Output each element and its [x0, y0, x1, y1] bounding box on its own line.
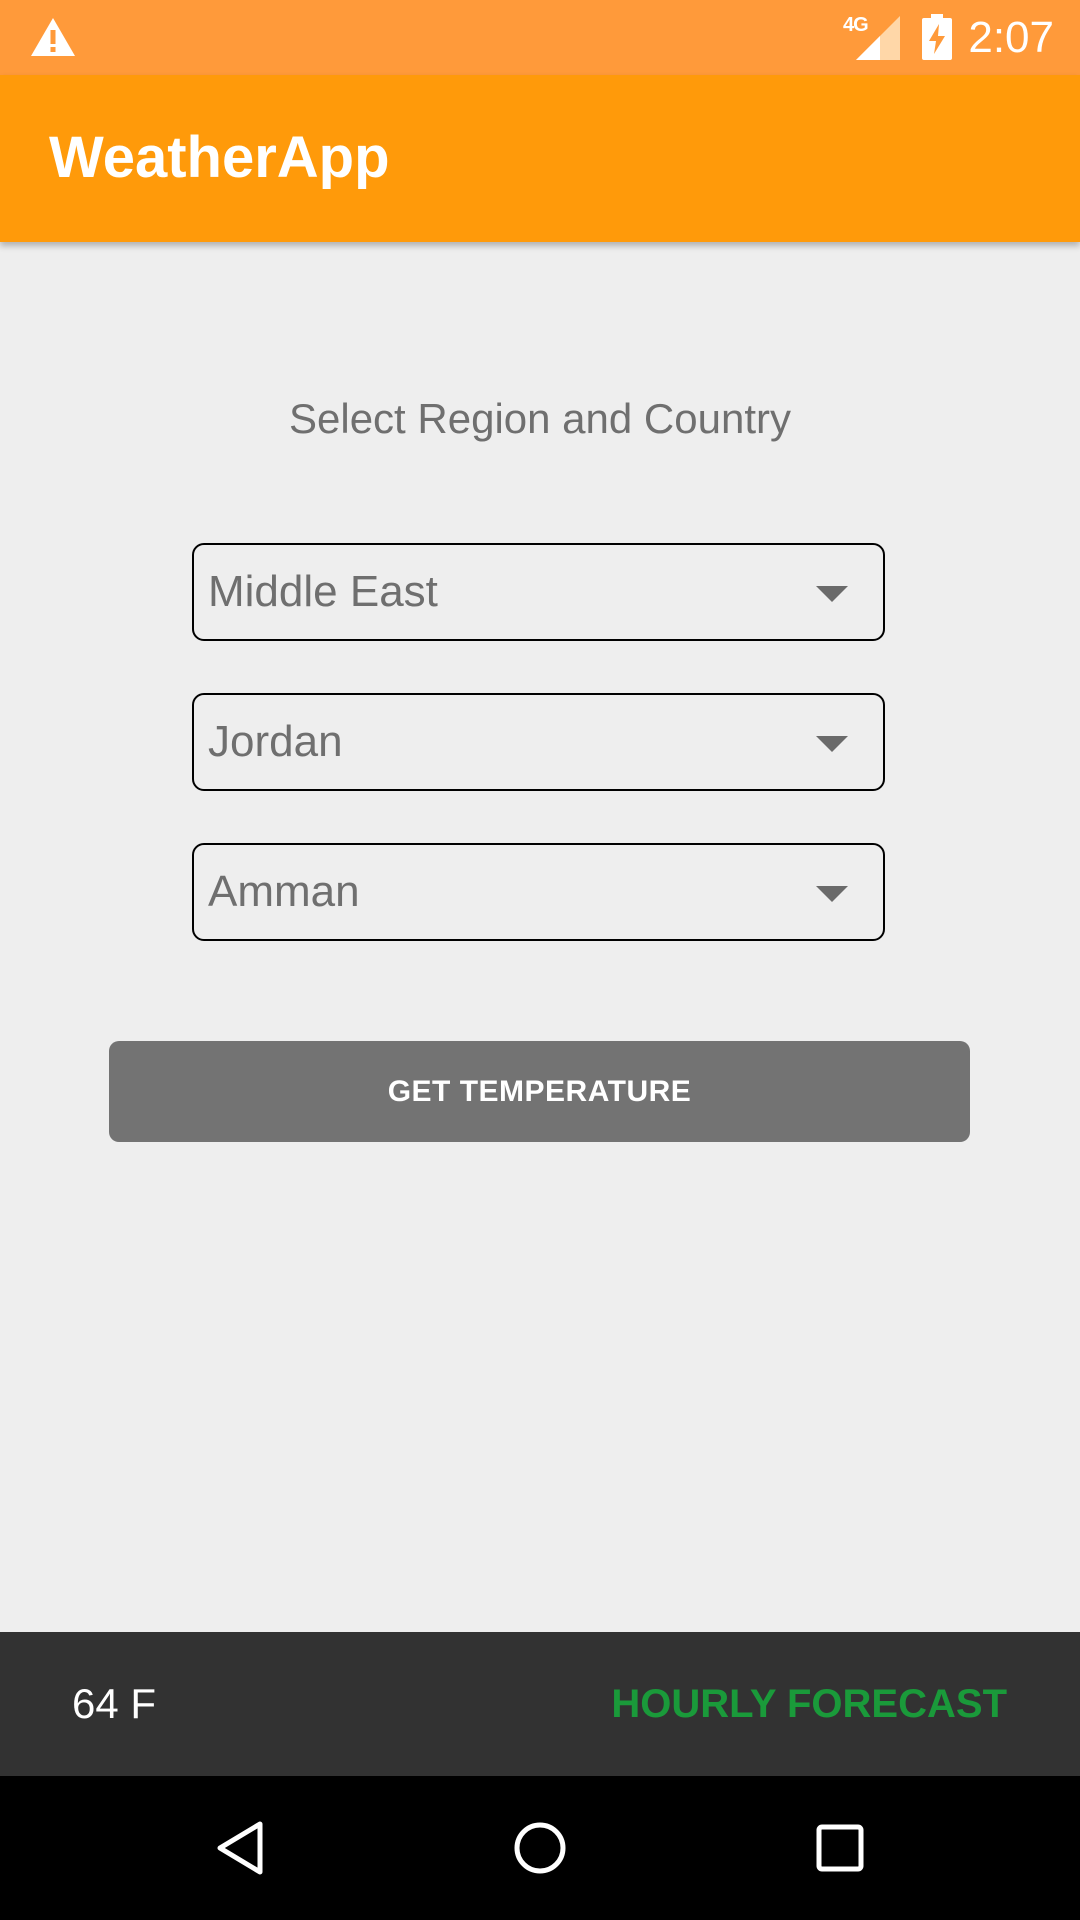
recents-icon[interactable]: [810, 1818, 870, 1878]
home-icon[interactable]: [510, 1818, 570, 1878]
warning-icon: [31, 18, 75, 56]
country-selected-value: Jordan: [208, 717, 343, 766]
navigation-bar: [0, 1776, 1080, 1920]
region-dropdown[interactable]: Middle East: [192, 543, 885, 641]
network-type: 4G: [843, 14, 869, 36]
app-title: WeatherApp: [49, 125, 390, 190]
bottom-bar: 64 F HOURLY FORECAST: [0, 1632, 1080, 1776]
dropdown-arrow-icon: [816, 886, 848, 902]
get-temperature-button[interactable]: GET TEMPERATURE: [109, 1041, 970, 1142]
dropdown-arrow-icon: [816, 586, 848, 602]
app-bar: WeatherApp: [0, 75, 1080, 242]
region-selected-value: Middle East: [208, 567, 438, 616]
city-dropdown[interactable]: Amman: [192, 843, 885, 941]
temperature-readout: 64 F: [72, 1680, 157, 1727]
back-icon[interactable]: [210, 1818, 270, 1878]
city-selected-value: Amman: [208, 867, 360, 916]
status-bar: 4G 2:07: [0, 0, 1080, 75]
dropdown-arrow-icon: [816, 736, 848, 752]
country-dropdown[interactable]: Jordan: [192, 693, 885, 791]
hourly-forecast-button[interactable]: HOURLY FORECAST: [611, 1632, 1007, 1776]
instruction-text: Select Region and Country: [289, 395, 791, 442]
battery-charging-icon: [922, 14, 952, 60]
clock: 2:07: [968, 13, 1054, 62]
